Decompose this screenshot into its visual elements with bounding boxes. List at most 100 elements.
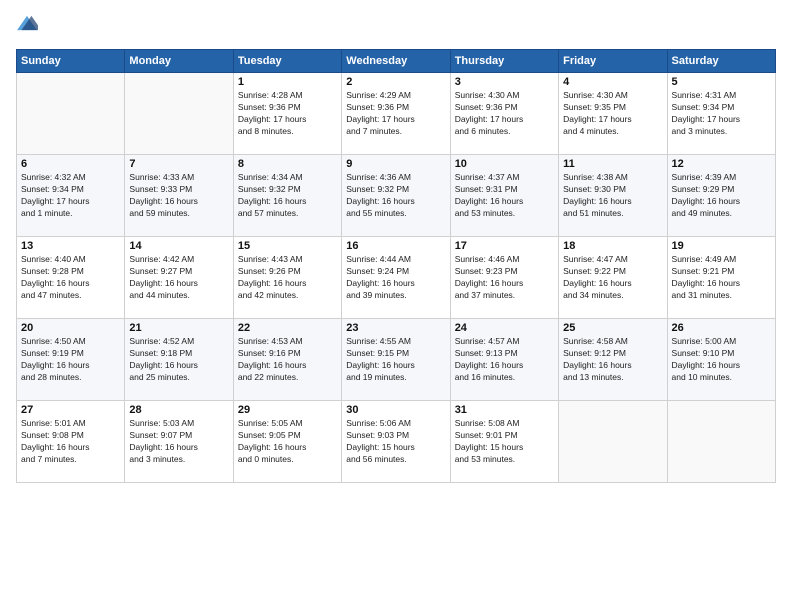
- day-detail: Sunrise: 5:05 AM Sunset: 9:05 PM Dayligh…: [238, 418, 337, 466]
- day-number: 21: [129, 322, 228, 334]
- day-cell: 17 Sunrise: 4:46 AM Sunset: 9:23 PM Dayli…: [450, 237, 558, 319]
- day-cell: [559, 401, 667, 483]
- day-cell: 28 Sunrise: 5:03 AM Sunset: 9:07 PM Dayli…: [125, 401, 233, 483]
- day-number: 12: [672, 158, 771, 170]
- day-number: 6: [21, 158, 120, 170]
- page: SundayMondayTuesdayWednesdayThursdayFrid…: [0, 0, 792, 612]
- day-detail: Sunrise: 4:36 AM Sunset: 9:32 PM Dayligh…: [346, 172, 445, 220]
- week-row-1: 1 Sunrise: 4:28 AM Sunset: 9:36 PM Daylig…: [17, 73, 776, 155]
- day-number: 28: [129, 404, 228, 416]
- day-detail: Sunrise: 4:34 AM Sunset: 9:32 PM Dayligh…: [238, 172, 337, 220]
- day-detail: Sunrise: 5:01 AM Sunset: 9:08 PM Dayligh…: [21, 418, 120, 466]
- day-number: 18: [563, 240, 662, 252]
- day-cell: 23Sunrise: 4:55 AM Sunset: 9:15 PM Dayli…: [342, 319, 450, 401]
- day-cell: 22 Sunrise: 4:53 AM Sunset: 9:16 PM Dayli…: [233, 319, 341, 401]
- day-detail: Sunrise: 4:38 AM Sunset: 9:30 PM Dayligh…: [563, 172, 662, 220]
- day-number: 14: [129, 240, 228, 252]
- day-number: 15: [238, 240, 337, 252]
- day-detail: Sunrise: 4:40 AM Sunset: 9:28 PM Dayligh…: [21, 254, 120, 302]
- week-row-5: 27 Sunrise: 5:01 AM Sunset: 9:08 PM Dayli…: [17, 401, 776, 483]
- day-number: 9: [346, 158, 445, 170]
- day-detail: Sunrise: 5:06 AM Sunset: 9:03 PM Dayligh…: [346, 418, 445, 466]
- weekday-header-sunday: Sunday: [17, 50, 125, 73]
- day-number: 2: [346, 76, 445, 88]
- day-detail: Sunrise: 4:37 AM Sunset: 9:31 PM Dayligh…: [455, 172, 554, 220]
- day-cell: 3 Sunrise: 4:30 AM Sunset: 9:36 PM Daylig…: [450, 73, 558, 155]
- day-cell: 8 Sunrise: 4:34 AM Sunset: 9:32 PM Daylig…: [233, 155, 341, 237]
- day-cell: 29Sunrise: 5:05 AM Sunset: 9:05 PM Dayli…: [233, 401, 341, 483]
- day-number: 20: [21, 322, 120, 334]
- day-cell: 31Sunrise: 5:08 AM Sunset: 9:01 PM Dayli…: [450, 401, 558, 483]
- day-cell: 24Sunrise: 4:57 AM Sunset: 9:13 PM Dayli…: [450, 319, 558, 401]
- weekday-header-tuesday: Tuesday: [233, 50, 341, 73]
- calendar: SundayMondayTuesdayWednesdayThursdayFrid…: [16, 49, 776, 483]
- weekday-header-wednesday: Wednesday: [342, 50, 450, 73]
- logo: [16, 12, 40, 41]
- day-detail: Sunrise: 5:03 AM Sunset: 9:07 PM Dayligh…: [129, 418, 228, 466]
- day-cell: 5 Sunrise: 4:31 AM Sunset: 9:34 PM Daylig…: [667, 73, 775, 155]
- day-number: 5: [672, 76, 771, 88]
- day-number: 7: [129, 158, 228, 170]
- day-number: 1: [238, 76, 337, 88]
- day-detail: Sunrise: 4:30 AM Sunset: 9:36 PM Dayligh…: [455, 90, 554, 138]
- day-detail: Sunrise: 4:43 AM Sunset: 9:26 PM Dayligh…: [238, 254, 337, 302]
- week-row-2: 6 Sunrise: 4:32 AM Sunset: 9:34 PM Daylig…: [17, 155, 776, 237]
- day-detail: Sunrise: 4:39 AM Sunset: 9:29 PM Dayligh…: [672, 172, 771, 220]
- day-cell: 19 Sunrise: 4:49 AM Sunset: 9:21 PM Dayli…: [667, 237, 775, 319]
- day-detail: Sunrise: 4:44 AM Sunset: 9:24 PM Dayligh…: [346, 254, 445, 302]
- day-cell: 2 Sunrise: 4:29 AM Sunset: 9:36 PM Daylig…: [342, 73, 450, 155]
- day-cell: 11 Sunrise: 4:38 AM Sunset: 9:30 PM Dayli…: [559, 155, 667, 237]
- day-cell: 9 Sunrise: 4:36 AM Sunset: 9:32 PM Daylig…: [342, 155, 450, 237]
- day-detail: Sunrise: 4:50 AM Sunset: 9:19 PM Dayligh…: [21, 336, 120, 384]
- day-detail: Sunrise: 4:28 AM Sunset: 9:36 PM Dayligh…: [238, 90, 337, 138]
- day-number: 4: [563, 76, 662, 88]
- day-cell: [17, 73, 125, 155]
- day-number: 8: [238, 158, 337, 170]
- day-detail: Sunrise: 4:47 AM Sunset: 9:22 PM Dayligh…: [563, 254, 662, 302]
- day-number: 10: [455, 158, 554, 170]
- day-detail: Sunrise: 4:29 AM Sunset: 9:36 PM Dayligh…: [346, 90, 445, 138]
- day-cell: 7Sunrise: 4:33 AM Sunset: 9:33 PM Daylig…: [125, 155, 233, 237]
- day-detail: Sunrise: 4:52 AM Sunset: 9:18 PM Dayligh…: [129, 336, 228, 384]
- day-number: 26: [672, 322, 771, 334]
- day-detail: Sunrise: 4:53 AM Sunset: 9:16 PM Dayligh…: [238, 336, 337, 384]
- day-cell: 4 Sunrise: 4:30 AM Sunset: 9:35 PM Daylig…: [559, 73, 667, 155]
- day-number: 23: [346, 322, 445, 334]
- day-detail: Sunrise: 4:57 AM Sunset: 9:13 PM Dayligh…: [455, 336, 554, 384]
- day-detail: Sunrise: 5:00 AM Sunset: 9:10 PM Dayligh…: [672, 336, 771, 384]
- week-row-3: 13 Sunrise: 4:40 AM Sunset: 9:28 PM Dayli…: [17, 237, 776, 319]
- day-cell: 21 Sunrise: 4:52 AM Sunset: 9:18 PM Dayli…: [125, 319, 233, 401]
- day-cell: 26 Sunrise: 5:00 AM Sunset: 9:10 PM Dayli…: [667, 319, 775, 401]
- day-number: 17: [455, 240, 554, 252]
- day-cell: 15 Sunrise: 4:43 AM Sunset: 9:26 PM Dayli…: [233, 237, 341, 319]
- day-cell: 12 Sunrise: 4:39 AM Sunset: 9:29 PM Dayli…: [667, 155, 775, 237]
- day-cell: 14Sunrise: 4:42 AM Sunset: 9:27 PM Dayli…: [125, 237, 233, 319]
- day-cell: 13 Sunrise: 4:40 AM Sunset: 9:28 PM Dayli…: [17, 237, 125, 319]
- day-detail: Sunrise: 4:46 AM Sunset: 9:23 PM Dayligh…: [455, 254, 554, 302]
- day-number: 13: [21, 240, 120, 252]
- weekday-header-monday: Monday: [125, 50, 233, 73]
- day-cell: 6 Sunrise: 4:32 AM Sunset: 9:34 PM Daylig…: [17, 155, 125, 237]
- day-cell: 27 Sunrise: 5:01 AM Sunset: 9:08 PM Dayli…: [17, 401, 125, 483]
- day-cell: 1 Sunrise: 4:28 AM Sunset: 9:36 PM Daylig…: [233, 73, 341, 155]
- day-number: 27: [21, 404, 120, 416]
- day-number: 11: [563, 158, 662, 170]
- day-cell: 10 Sunrise: 4:37 AM Sunset: 9:31 PM Dayli…: [450, 155, 558, 237]
- day-number: 19: [672, 240, 771, 252]
- day-detail: Sunrise: 4:31 AM Sunset: 9:34 PM Dayligh…: [672, 90, 771, 138]
- day-cell: 16 Sunrise: 4:44 AM Sunset: 9:24 PM Dayli…: [342, 237, 450, 319]
- day-detail: Sunrise: 4:30 AM Sunset: 9:35 PM Dayligh…: [563, 90, 662, 138]
- day-number: 3: [455, 76, 554, 88]
- day-number: 30: [346, 404, 445, 416]
- day-cell: 30 Sunrise: 5:06 AM Sunset: 9:03 PM Dayli…: [342, 401, 450, 483]
- day-detail: Sunrise: 4:49 AM Sunset: 9:21 PM Dayligh…: [672, 254, 771, 302]
- day-number: 16: [346, 240, 445, 252]
- day-cell: 20 Sunrise: 4:50 AM Sunset: 9:19 PM Dayli…: [17, 319, 125, 401]
- day-detail: Sunrise: 4:32 AM Sunset: 9:34 PM Dayligh…: [21, 172, 120, 220]
- weekday-header-friday: Friday: [559, 50, 667, 73]
- day-number: 22: [238, 322, 337, 334]
- weekday-header-thursday: Thursday: [450, 50, 558, 73]
- day-cell: [667, 401, 775, 483]
- day-cell: 18 Sunrise: 4:47 AM Sunset: 9:22 PM Dayli…: [559, 237, 667, 319]
- logo-icon: [16, 12, 38, 34]
